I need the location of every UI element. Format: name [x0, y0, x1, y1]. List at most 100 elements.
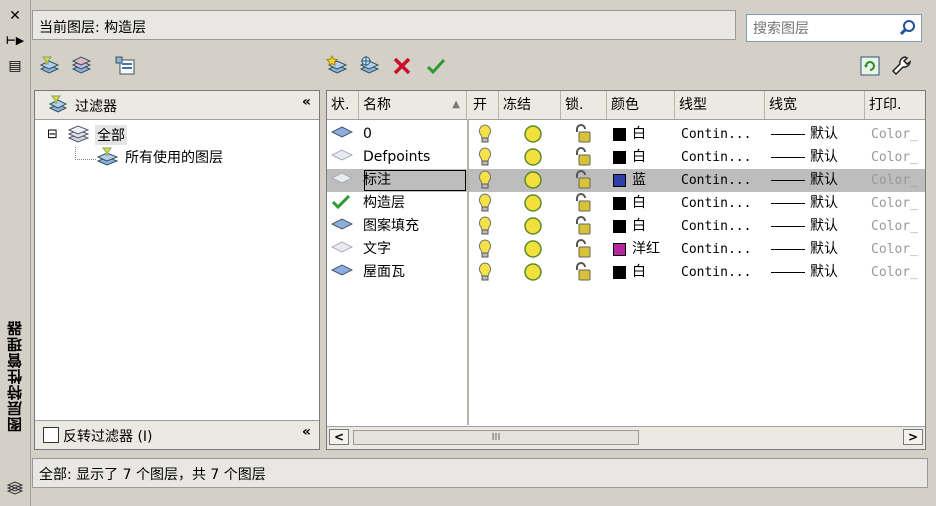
layer-unlock-icon[interactable] — [573, 124, 593, 147]
layer-color[interactable]: 白 — [613, 146, 646, 169]
layer-unlock-icon[interactable] — [573, 170, 593, 193]
layer-on-bulb-icon[interactable] — [478, 193, 492, 216]
layer-lineweight[interactable]: 默认 — [771, 238, 838, 261]
layer-color[interactable]: 白 — [613, 215, 646, 238]
new-group-filter-icon[interactable] — [70, 54, 94, 78]
layer-thaw-sun-icon[interactable] — [523, 147, 543, 170]
layer-plot-style[interactable]: Color_ — [871, 169, 925, 192]
layer-name[interactable]: 构造层 — [363, 192, 467, 215]
layer-row[interactable]: 0 白 Contin... 默认 Color_ — [327, 123, 925, 146]
column-linetype[interactable]: 线型 — [675, 91, 765, 119]
new-layer-vp-frozen-icon[interactable] — [358, 54, 382, 78]
refresh-icon[interactable] — [858, 54, 882, 78]
layer-plot-style[interactable]: Color_ — [871, 238, 925, 261]
layer-lineweight[interactable]: 默认 — [771, 123, 838, 146]
column-status[interactable]: 状. — [327, 91, 359, 119]
palette-title-strip: ✕ ⊢▶ ▤ 图层特性管理器 — [0, 0, 31, 506]
column-on[interactable]: 开 — [469, 91, 499, 119]
scrollbar-thumb[interactable]: III — [353, 430, 639, 445]
settings-wrench-icon[interactable] — [890, 54, 914, 78]
column-lock[interactable]: 锁. — [561, 91, 607, 119]
layer-thaw-sun-icon[interactable] — [523, 262, 543, 285]
layer-row[interactable]: 构造层 白 Contin... 默认 Color_ — [327, 192, 925, 215]
color-swatch — [613, 173, 626, 187]
tree-expander-icon[interactable]: ⊟ — [47, 127, 58, 142]
lineweight-sample — [771, 156, 805, 158]
layer-row[interactable]: 屋面瓦 白 Contin... 默认 Color_ — [327, 261, 925, 284]
layer-unlock-icon[interactable] — [573, 147, 593, 170]
layer-name[interactable]: 标注 — [363, 169, 467, 192]
layer-on-bulb-icon[interactable] — [478, 170, 492, 193]
layer-linetype[interactable]: Contin... — [681, 215, 751, 238]
layer-on-bulb-icon[interactable] — [478, 262, 492, 285]
column-lineweight[interactable]: 线宽 — [765, 91, 865, 119]
layer-thaw-sun-icon[interactable] — [523, 216, 543, 239]
layer-plot-style[interactable]: Color_ — [871, 146, 925, 169]
column-plot-style[interactable]: 打印. — [865, 91, 925, 119]
layer-color[interactable]: 洋红 — [613, 238, 660, 261]
new-layer-icon[interactable] — [326, 54, 350, 78]
layer-lineweight[interactable]: 默认 — [771, 169, 838, 192]
layer-thaw-sun-icon[interactable] — [523, 124, 543, 147]
scroll-right-button[interactable]: > — [903, 429, 923, 445]
layer-unlock-icon[interactable] — [573, 239, 593, 262]
layer-linetype[interactable]: Contin... — [681, 146, 751, 169]
layer-plot-style[interactable]: Color_ — [871, 192, 925, 215]
layer-row[interactable]: Defpoints 白 Contin... 默认 Color_ — [327, 146, 925, 169]
layer-name[interactable]: 图案填充 — [363, 215, 467, 238]
column-name[interactable]: 名称 ▲ — [359, 91, 467, 119]
layer-states-manager-icon[interactable] — [114, 54, 138, 78]
layer-lineweight[interactable]: 默认 — [771, 146, 838, 169]
layer-lineweight[interactable]: 默认 — [771, 215, 838, 238]
layer-on-bulb-icon[interactable] — [478, 124, 492, 147]
properties-icon[interactable]: ▤ — [5, 56, 25, 76]
layer-color[interactable]: 白 — [613, 261, 646, 284]
frozen-column-divider[interactable] — [467, 119, 469, 425]
invert-filter-checkbox[interactable] — [43, 427, 59, 443]
layer-name[interactable]: 0 — [363, 123, 467, 146]
layer-color[interactable]: 白 — [613, 123, 646, 146]
layer-on-bulb-icon[interactable] — [478, 216, 492, 239]
layer-linetype[interactable]: Contin... — [681, 192, 751, 215]
collapse-filters-button[interactable]: « — [302, 94, 311, 110]
layer-unlock-icon[interactable] — [573, 216, 593, 239]
layer-linetype[interactable]: Contin... — [681, 238, 751, 261]
collapse-filters-footer-button[interactable]: « — [302, 424, 311, 440]
layer-lineweight[interactable]: 默认 — [771, 261, 838, 284]
delete-layer-icon[interactable] — [390, 54, 414, 78]
layer-plot-style[interactable]: Color_ — [871, 261, 925, 284]
layer-color[interactable]: 白 — [613, 192, 646, 215]
current-layer-check-icon — [331, 193, 351, 216]
layer-unlock-icon[interactable] — [573, 193, 593, 216]
layer-name[interactable]: Defpoints — [363, 146, 467, 169]
layer-unlock-icon[interactable] — [573, 262, 593, 285]
layer-thaw-sun-icon[interactable] — [523, 170, 543, 193]
search-icon[interactable] — [899, 19, 917, 37]
horizontal-scrollbar[interactable]: < III > — [327, 426, 925, 449]
layer-row[interactable]: 标注 蓝 Contin... 默认 Color_ — [327, 169, 925, 192]
column-color[interactable]: 颜色 — [607, 91, 675, 119]
column-freeze[interactable]: 冻结 — [499, 91, 561, 119]
close-icon[interactable]: ✕ — [5, 6, 25, 26]
scroll-left-button[interactable]: < — [329, 429, 349, 445]
layer-name[interactable]: 文字 — [363, 238, 467, 261]
layer-linetype[interactable]: Contin... — [681, 169, 751, 192]
layer-row[interactable]: 图案填充 白 Contin... 默认 Color_ — [327, 215, 925, 238]
layer-on-bulb-icon[interactable] — [478, 239, 492, 262]
layer-name[interactable]: 屋面瓦 — [363, 261, 467, 284]
layer-on-bulb-icon[interactable] — [478, 147, 492, 170]
layer-linetype[interactable]: Contin... — [681, 261, 751, 284]
auto-hide-icon[interactable]: ⊢▶ — [5, 30, 25, 50]
layer-plot-style[interactable]: Color_ — [871, 215, 925, 238]
layer-color[interactable]: 蓝 — [613, 169, 646, 192]
search-input[interactable] — [751, 19, 895, 39]
layer-lineweight[interactable]: 默认 — [771, 192, 838, 215]
layer-thaw-sun-icon[interactable] — [523, 239, 543, 262]
layer-row[interactable]: 文字 洋红 Contin... 默认 Color_ — [327, 238, 925, 261]
set-current-icon[interactable] — [424, 54, 448, 78]
new-property-filter-icon[interactable] — [38, 54, 62, 78]
layer-linetype[interactable]: Contin... — [681, 123, 751, 146]
layer-thaw-sun-icon[interactable] — [523, 193, 543, 216]
search-box[interactable] — [746, 14, 922, 42]
layer-plot-style[interactable]: Color_ — [871, 123, 925, 146]
